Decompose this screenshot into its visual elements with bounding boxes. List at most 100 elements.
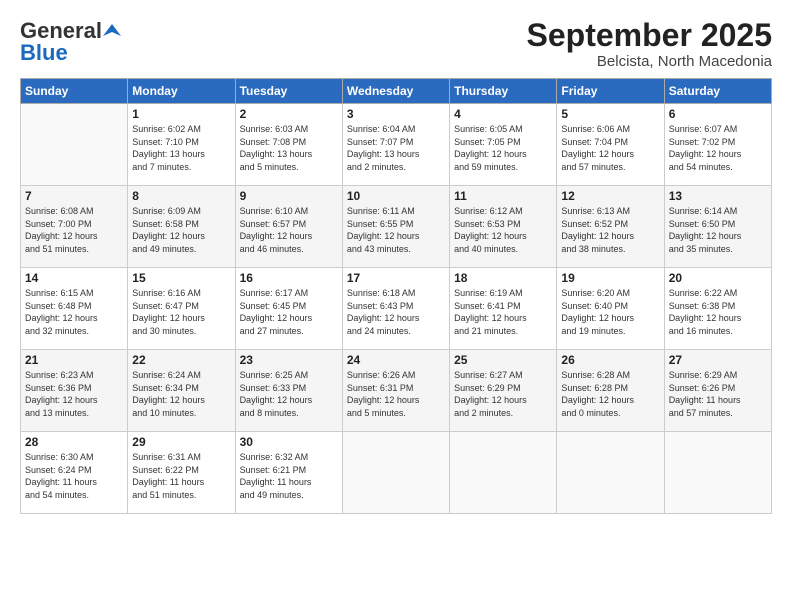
day-info: Sunrise: 6:20 AM Sunset: 6:40 PM Dayligh… — [561, 287, 659, 337]
calendar-cell: 6Sunrise: 6:07 AM Sunset: 7:02 PM Daylig… — [664, 104, 771, 186]
calendar-cell: 10 Sunrise: 6:11 AM Sunset: 6:55 PM Dayli… — [342, 186, 449, 268]
calendar-cell: 30 Sunrise: 6:32 AM Sunset: 6:21 PM Dayli… — [235, 432, 342, 514]
day-info: Sunrise: 6:02 AM Sunset: 7:10 PM Dayligh… — [132, 123, 230, 173]
calendar-row-1: 1 Sunrise: 6:02 AM Sunset: 7:10 PM Daylig… — [21, 104, 772, 186]
day-number: 18 — [454, 271, 552, 285]
calendar-cell: 20Sunrise: 6:22 AM Sunset: 6:38 PM Dayli… — [664, 268, 771, 350]
calendar-cell: 7 Sunrise: 6:08 AM Sunset: 7:00 PM Daylig… — [21, 186, 128, 268]
day-number: 2 — [240, 107, 338, 121]
day-info: Sunrise: 6:27 AM Sunset: 6:29 PM Dayligh… — [454, 369, 552, 419]
day-number: 12 — [561, 189, 659, 203]
day-number: 8 — [132, 189, 230, 203]
day-info: Sunrise: 6:04 AM Sunset: 7:07 PM Dayligh… — [347, 123, 445, 173]
calendar-cell: 19 Sunrise: 6:20 AM Sunset: 6:40 PM Dayli… — [557, 268, 664, 350]
calendar-cell: 2 Sunrise: 6:03 AM Sunset: 7:08 PM Daylig… — [235, 104, 342, 186]
header-friday: Friday — [557, 79, 664, 104]
day-number: 10 — [347, 189, 445, 203]
day-number: 26 — [561, 353, 659, 367]
calendar-cell: 15 Sunrise: 6:16 AM Sunset: 6:47 PM Dayli… — [128, 268, 235, 350]
day-info: Sunrise: 6:06 AM Sunset: 7:04 PM Dayligh… — [561, 123, 659, 173]
day-number: 3 — [347, 107, 445, 121]
day-number: 27 — [669, 353, 767, 367]
day-info: Sunrise: 6:32 AM Sunset: 6:21 PM Dayligh… — [240, 451, 338, 501]
calendar-cell: 25 Sunrise: 6:27 AM Sunset: 6:29 PM Dayli… — [450, 350, 557, 432]
day-info: Sunrise: 6:31 AM Sunset: 6:22 PM Dayligh… — [132, 451, 230, 501]
header-tuesday: Tuesday — [235, 79, 342, 104]
day-info: Sunrise: 6:18 AM Sunset: 6:43 PM Dayligh… — [347, 287, 445, 337]
day-info: Sunrise: 6:14 AM Sunset: 6:50 PM Dayligh… — [669, 205, 767, 255]
day-number: 7 — [25, 189, 123, 203]
calendar-cell — [664, 432, 771, 514]
day-info: Sunrise: 6:08 AM Sunset: 7:00 PM Dayligh… — [25, 205, 123, 255]
calendar-cell: 17Sunrise: 6:18 AM Sunset: 6:43 PM Dayli… — [342, 268, 449, 350]
calendar-cell: 26 Sunrise: 6:28 AM Sunset: 6:28 PM Dayli… — [557, 350, 664, 432]
day-info: Sunrise: 6:07 AM Sunset: 7:02 PM Dayligh… — [669, 123, 767, 173]
calendar-cell: 22 Sunrise: 6:24 AM Sunset: 6:34 PM Dayli… — [128, 350, 235, 432]
day-number: 1 — [132, 107, 230, 121]
day-number: 22 — [132, 353, 230, 367]
day-info: Sunrise: 6:10 AM Sunset: 6:57 PM Dayligh… — [240, 205, 338, 255]
day-number: 11 — [454, 189, 552, 203]
calendar-cell: 14 Sunrise: 6:15 AM Sunset: 6:48 PM Dayli… — [21, 268, 128, 350]
day-info: Sunrise: 6:16 AM Sunset: 6:47 PM Dayligh… — [132, 287, 230, 337]
day-info: Sunrise: 6:23 AM Sunset: 6:36 PM Dayligh… — [25, 369, 123, 419]
day-number: 13 — [669, 189, 767, 203]
calendar-table: Sunday Monday Tuesday Wednesday Thursday… — [20, 78, 772, 514]
calendar-cell: 29 Sunrise: 6:31 AM Sunset: 6:22 PM Dayli… — [128, 432, 235, 514]
day-number: 9 — [240, 189, 338, 203]
day-number: 16 — [240, 271, 338, 285]
calendar-cell: 12 Sunrise: 6:13 AM Sunset: 6:52 PM Dayli… — [557, 186, 664, 268]
day-info: Sunrise: 6:05 AM Sunset: 7:05 PM Dayligh… — [454, 123, 552, 173]
day-info: Sunrise: 6:28 AM Sunset: 6:28 PM Dayligh… — [561, 369, 659, 419]
header-monday: Monday — [128, 79, 235, 104]
day-number: 14 — [25, 271, 123, 285]
day-info: Sunrise: 6:19 AM Sunset: 6:41 PM Dayligh… — [454, 287, 552, 337]
day-info: Sunrise: 6:13 AM Sunset: 6:52 PM Dayligh… — [561, 205, 659, 255]
day-number: 25 — [454, 353, 552, 367]
day-number: 20 — [669, 271, 767, 285]
header-wednesday: Wednesday — [342, 79, 449, 104]
calendar-cell: 18 Sunrise: 6:19 AM Sunset: 6:41 PM Dayli… — [450, 268, 557, 350]
day-number: 29 — [132, 435, 230, 449]
day-number: 24 — [347, 353, 445, 367]
logo-blue: Blue — [20, 40, 68, 66]
day-info: Sunrise: 6:11 AM Sunset: 6:55 PM Dayligh… — [347, 205, 445, 255]
calendar-cell — [450, 432, 557, 514]
calendar-cell: 11 Sunrise: 6:12 AM Sunset: 6:53 PM Dayli… — [450, 186, 557, 268]
day-info: Sunrise: 6:17 AM Sunset: 6:45 PM Dayligh… — [240, 287, 338, 337]
logo-bird-icon — [103, 22, 121, 40]
day-number: 21 — [25, 353, 123, 367]
location: Belcista, North Macedonia — [527, 53, 772, 70]
calendar-cell: 3 Sunrise: 6:04 AM Sunset: 7:07 PM Daylig… — [342, 104, 449, 186]
day-number: 19 — [561, 271, 659, 285]
day-number: 23 — [240, 353, 338, 367]
calendar-cell: 27 Sunrise: 6:29 AM Sunset: 6:26 PM Dayli… — [664, 350, 771, 432]
calendar-cell: 23 Sunrise: 6:25 AM Sunset: 6:33 PM Dayli… — [235, 350, 342, 432]
calendar-cell: 28Sunrise: 6:30 AM Sunset: 6:24 PM Dayli… — [21, 432, 128, 514]
calendar-row-2: 7 Sunrise: 6:08 AM Sunset: 7:00 PM Daylig… — [21, 186, 772, 268]
day-number: 30 — [240, 435, 338, 449]
month-title: September 2025 — [527, 18, 772, 53]
calendar-row-3: 14 Sunrise: 6:15 AM Sunset: 6:48 PM Dayli… — [21, 268, 772, 350]
day-number: 28 — [25, 435, 123, 449]
day-info: Sunrise: 6:12 AM Sunset: 6:53 PM Dayligh… — [454, 205, 552, 255]
calendar-cell: 24Sunrise: 6:26 AM Sunset: 6:31 PM Dayli… — [342, 350, 449, 432]
header: General Blue September 2025 Belcista, No… — [20, 18, 772, 70]
day-info: Sunrise: 6:29 AM Sunset: 6:26 PM Dayligh… — [669, 369, 767, 419]
day-number: 15 — [132, 271, 230, 285]
calendar-row-5: 28Sunrise: 6:30 AM Sunset: 6:24 PM Dayli… — [21, 432, 772, 514]
header-saturday: Saturday — [664, 79, 771, 104]
calendar-cell: 9 Sunrise: 6:10 AM Sunset: 6:57 PM Daylig… — [235, 186, 342, 268]
calendar-cell — [557, 432, 664, 514]
calendar-cell: 5Sunrise: 6:06 AM Sunset: 7:04 PM Daylig… — [557, 104, 664, 186]
calendar-cell: 4Sunrise: 6:05 AM Sunset: 7:05 PM Daylig… — [450, 104, 557, 186]
day-info: Sunrise: 6:24 AM Sunset: 6:34 PM Dayligh… — [132, 369, 230, 419]
header-thursday: Thursday — [450, 79, 557, 104]
day-info: Sunrise: 6:15 AM Sunset: 6:48 PM Dayligh… — [25, 287, 123, 337]
calendar-cell — [21, 104, 128, 186]
calendar-cell: 16 Sunrise: 6:17 AM Sunset: 6:45 PM Dayli… — [235, 268, 342, 350]
calendar-row-4: 21 Sunrise: 6:23 AM Sunset: 6:36 PM Dayli… — [21, 350, 772, 432]
day-info: Sunrise: 6:25 AM Sunset: 6:33 PM Dayligh… — [240, 369, 338, 419]
day-info: Sunrise: 6:03 AM Sunset: 7:08 PM Dayligh… — [240, 123, 338, 173]
day-info: Sunrise: 6:09 AM Sunset: 6:58 PM Dayligh… — [132, 205, 230, 255]
